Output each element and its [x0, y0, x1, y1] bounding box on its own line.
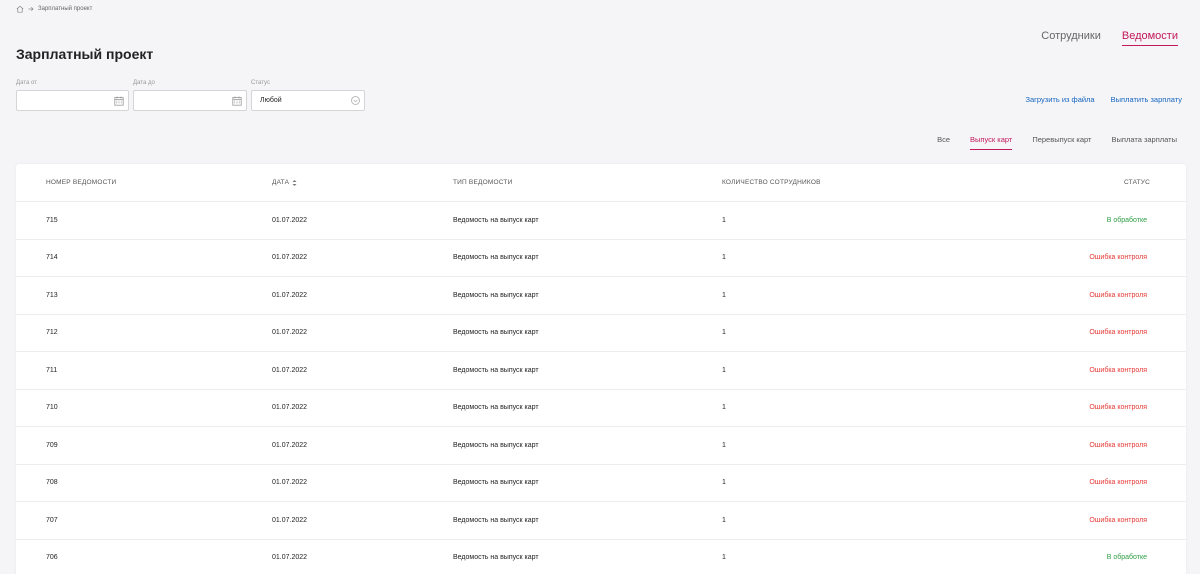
row-number: 708	[46, 479, 58, 487]
actions: Загрузить из файла Выплатить зарплату	[1025, 95, 1182, 104]
breadcrumb-current: Зарплатный проект	[38, 6, 93, 12]
column-header-count[interactable]: КОЛИЧЕСТВО СОТРУДНИКОВ	[722, 164, 821, 201]
pay-salary-button[interactable]: Выплатить зарплату	[1111, 95, 1182, 104]
row-type: Ведомость на выпуск карт	[453, 479, 539, 487]
date-from-label: Дата от	[16, 80, 37, 86]
date-to-label: Дата до	[133, 80, 155, 86]
column-header-status[interactable]: СТАТУС	[1124, 164, 1150, 201]
row-number: 711	[46, 366, 58, 374]
date-from-field[interactable]	[16, 90, 129, 111]
row-date: 01.07.2022	[272, 441, 308, 449]
row-status: Ошибка контроля	[1089, 516, 1147, 524]
statements-table: НОМЕР ВЕДОМОСТИ ДАТА ТИП ВЕДОМОСТИ КОЛИЧ…	[16, 164, 1186, 574]
table-row[interactable]: 708 01.07.2022 Ведомость на выпуск карт 1 Ош…	[16, 465, 1186, 502]
calendar-icon[interactable]	[232, 96, 242, 106]
table-header: НОМЕР ВЕДОМОСТИ ДАТА ТИП ВЕДОМОСТИ КОЛИЧ…	[16, 164, 1186, 202]
row-date: 01.07.2022	[272, 329, 308, 337]
row-type: Ведомость на выпуск карт	[453, 254, 539, 262]
row-status: В обработке	[1106, 216, 1147, 224]
column-header-type[interactable]: ТИП ВЕДОМОСТИ	[453, 164, 512, 201]
table-row[interactable]: 710 01.07.2022 Ведомость на выпуск карт 1 Ош…	[16, 390, 1186, 427]
row-status: Ошибка контроля	[1089, 291, 1147, 299]
row-date: 01.07.2022	[272, 291, 308, 299]
row-type: Ведомость на выпуск карт	[453, 516, 539, 524]
row-type: Ведомость на выпуск карт	[453, 554, 539, 562]
row-status: Ошибка контроля	[1089, 329, 1147, 337]
row-status: В обработке	[1106, 554, 1147, 562]
row-count: 1	[722, 329, 726, 337]
column-header-number[interactable]: НОМЕР ВЕДОМОСТИ	[46, 164, 116, 201]
calendar-icon[interactable]	[114, 96, 124, 106]
row-count: 1	[722, 441, 726, 449]
row-type: Ведомость на выпуск карт	[453, 291, 539, 299]
row-status: Ошибка контроля	[1089, 441, 1147, 449]
table-row[interactable]: 711 01.07.2022 Ведомость на выпуск карт 1 Ош…	[16, 352, 1186, 390]
chevron-down-icon[interactable]	[351, 96, 360, 105]
row-count: 1	[722, 366, 726, 374]
subtab-all[interactable]: Все	[937, 135, 950, 150]
page-title: Зарплатный проект	[16, 46, 154, 62]
sort-icon[interactable]	[292, 179, 297, 187]
row-count: 1	[722, 479, 726, 487]
row-number: 710	[46, 404, 58, 412]
row-date: 01.07.2022	[272, 404, 308, 412]
row-count: 1	[722, 216, 726, 224]
home-icon[interactable]	[16, 5, 24, 13]
row-status: Ошибка контроля	[1089, 366, 1147, 374]
subtab-card-issue[interactable]: Выпуск карт	[970, 135, 1013, 150]
row-number: 706	[46, 554, 58, 562]
date-to-input[interactable]	[142, 97, 222, 104]
table-row[interactable]: 712 01.07.2022 Ведомость на выпуск карт 1 Ош…	[16, 315, 1186, 352]
subtabs: Все Выпуск карт Перевыпуск карт Выплата …	[937, 135, 1177, 150]
row-type: Ведомость на выпуск карт	[453, 441, 539, 449]
top-tabs: Сотрудники Ведомости	[1041, 30, 1178, 46]
date-from-input[interactable]	[25, 97, 105, 104]
row-date: 01.07.2022	[272, 254, 308, 262]
table-row[interactable]: 707 01.07.2022 Ведомость на выпуск карт 1 Ош…	[16, 502, 1186, 540]
table-row[interactable]: 714 01.07.2022 Ведомость на выпуск карт 1 Ош…	[16, 240, 1186, 277]
row-date: 01.07.2022	[272, 366, 308, 374]
upload-from-file-button[interactable]: Загрузить из файла	[1025, 95, 1094, 104]
tab-employees[interactable]: Сотрудники	[1041, 30, 1101, 46]
row-count: 1	[722, 554, 726, 562]
tab-statements[interactable]: Ведомости	[1121, 30, 1178, 46]
row-type: Ведомость на выпуск карт	[453, 216, 539, 224]
breadcrumb: Зарплатный проект	[16, 5, 92, 13]
column-header-date[interactable]: ДАТА	[272, 164, 297, 201]
status-label: Статус	[251, 80, 270, 86]
row-number: 712	[46, 329, 58, 337]
subtab-salary-payment[interactable]: Выплата зарплаты	[1112, 135, 1178, 150]
row-number: 707	[46, 516, 58, 524]
date-to-field[interactable]	[133, 90, 247, 111]
table-row[interactable]: 715 01.07.2022 Ведомость на выпуск карт 1 В …	[16, 202, 1186, 240]
row-date: 01.07.2022	[272, 516, 308, 524]
row-number: 713	[46, 291, 58, 299]
row-status: Ошибка контроля	[1089, 254, 1147, 262]
table-row[interactable]: 713 01.07.2022 Ведомость на выпуск карт 1 Ош…	[16, 277, 1186, 315]
row-count: 1	[722, 254, 726, 262]
row-type: Ведомость на выпуск карт	[453, 404, 539, 412]
row-status: Ошибка контроля	[1089, 479, 1147, 487]
row-status: Ошибка контроля	[1089, 404, 1147, 412]
row-type: Ведомость на выпуск карт	[453, 329, 539, 337]
column-header-date-label: ДАТА	[272, 179, 290, 186]
row-count: 1	[722, 404, 726, 412]
subtab-card-reissue[interactable]: Перевыпуск карт	[1032, 135, 1091, 150]
row-number: 714	[46, 254, 58, 262]
status-select[interactable]: Любой	[251, 90, 365, 111]
table-body: 715 01.07.2022 Ведомость на выпуск карт 1 В …	[16, 202, 1186, 574]
table-row[interactable]: 709 01.07.2022 Ведомость на выпуск карт 1 Ош…	[16, 427, 1186, 465]
status-select-value: Любой	[260, 97, 282, 104]
row-date: 01.07.2022	[272, 479, 308, 487]
row-number: 709	[46, 441, 58, 449]
row-date: 01.07.2022	[272, 216, 308, 224]
row-count: 1	[722, 291, 726, 299]
row-type: Ведомость на выпуск карт	[453, 366, 539, 374]
table-row[interactable]: 706 01.07.2022 Ведомость на выпуск карт 1 В …	[16, 540, 1186, 574]
row-number: 715	[46, 216, 58, 224]
row-date: 01.07.2022	[272, 554, 308, 562]
arrow-right-icon	[28, 6, 34, 12]
row-count: 1	[722, 516, 726, 524]
